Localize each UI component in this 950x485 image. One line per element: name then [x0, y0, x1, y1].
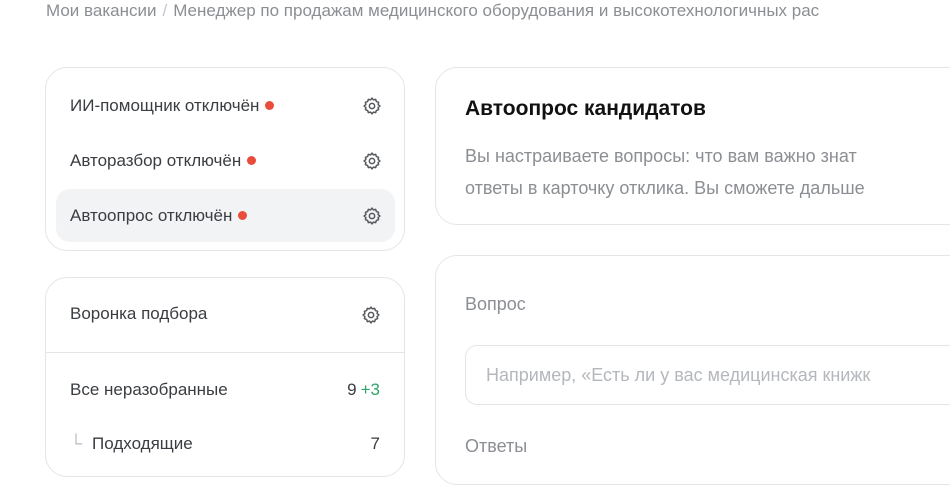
autopoll-title: Автоопрос кандидатов	[465, 97, 706, 120]
gear-icon[interactable]	[360, 304, 382, 326]
breadcrumb-my-vacancies-link[interactable]: Мои вакансии	[46, 1, 156, 20]
auto-poll-row[interactable]: Автоопрос отключён	[56, 189, 395, 242]
tree-branch-icon: └	[70, 434, 83, 453]
count-value: 9	[347, 380, 357, 399]
question-card: Вопрос Ответы	[435, 255, 950, 485]
gear-icon[interactable]	[361, 95, 383, 117]
gear-icon[interactable]	[361, 150, 383, 172]
status-off-dot	[265, 101, 275, 110]
funnel-row-count: 7	[370, 434, 380, 453]
funnel-card: Воронка подбора Все неразобранные 9 +3 └ П…	[45, 277, 405, 477]
breadcrumb: Мои вакансии / Менеджер по продажам медици…	[46, 0, 819, 22]
autopoll-description-line: ответы в карточку отклика. Вы сможете да…	[465, 178, 865, 198]
funnel-row-label: Все неразобранные	[70, 380, 228, 399]
ai-assistant-row[interactable]: ИИ-помощник отключён	[56, 79, 395, 132]
status-off-dot	[238, 211, 248, 220]
ai-assistant-label: ИИ-помощник отключён	[70, 95, 260, 115]
autopoll-description: Вы настраиваете вопросы: что вам важно з…	[465, 140, 950, 204]
autopoll-intro-card: Автоопрос кандидатов Вы настраиваете воп…	[435, 67, 950, 225]
autopoll-description-line: Вы настраиваете вопросы: что вам важно з…	[465, 146, 857, 166]
funnel-header: Воронка подбора	[46, 278, 404, 353]
breadcrumb-separator: /	[162, 1, 168, 20]
question-label: Вопрос	[465, 294, 526, 314]
question-input[interactable]	[465, 345, 950, 405]
auto-poll-label: Автоопрос отключён	[70, 205, 233, 225]
funnel-row-count: 9 +3	[347, 380, 380, 400]
auto-review-row[interactable]: Авторазбор отключён	[56, 134, 395, 187]
breadcrumb-current: Менеджер по продажам медицинского оборуд…	[173, 1, 820, 20]
gear-icon[interactable]	[361, 205, 383, 227]
auto-review-label: Авторазбор отключён	[70, 150, 242, 170]
funnel-row-unsorted[interactable]: Все неразобранные 9 +3	[70, 380, 380, 404]
funnel-row-suitable[interactable]: └ Подходящие 7	[70, 434, 380, 458]
funnel-row-label: Подходящие	[92, 434, 193, 453]
funnel-title: Воронка подбора	[70, 304, 208, 323]
count-delta: +3	[360, 380, 380, 399]
status-off-dot	[247, 156, 257, 165]
ai-settings-card: ИИ-помощник отключён Авторазбор отключён…	[45, 67, 405, 251]
